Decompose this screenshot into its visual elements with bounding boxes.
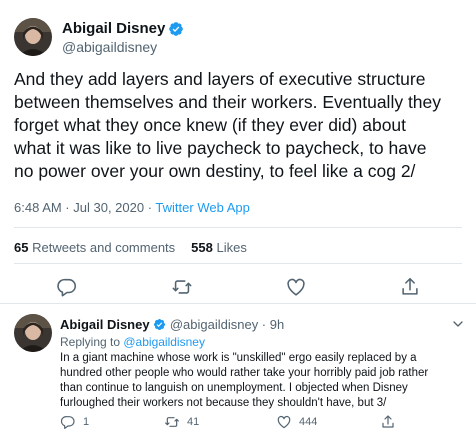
avatar-photo bbox=[14, 18, 52, 56]
verified-badge-icon bbox=[154, 318, 166, 331]
tweet-text-line: no power over your own destiny, to feel … bbox=[14, 161, 416, 181]
reply-header: Abigail Disney @abigaildisney · 9h bbox=[60, 317, 284, 333]
author-handle[interactable]: @abigaildisney bbox=[62, 38, 184, 56]
reply-icon[interactable] bbox=[56, 276, 78, 298]
tweet-text-line: between themselves and their workers. Ev… bbox=[14, 92, 442, 112]
reply-like-button[interactable]: 444 bbox=[276, 414, 317, 430]
tweet-client-link[interactable]: Twitter Web App bbox=[155, 200, 249, 215]
retweet-icon bbox=[165, 417, 179, 427]
reply-text-line: In a giant machine whose work is "unskil… bbox=[60, 352, 417, 364]
tweet-metadata: 6:48 AM · Jul 30, 2020 · Twitter Web App bbox=[14, 200, 250, 216]
like-icon bbox=[277, 415, 291, 429]
tweet-separator bbox=[0, 303, 476, 304]
tweet-text-line: forget what they once knew (if they ever… bbox=[14, 115, 407, 135]
main-tweet: Abigail Disney @abigaildisney And they a… bbox=[0, 0, 476, 305]
chevron-down-icon[interactable] bbox=[450, 316, 466, 332]
meta-separator: · bbox=[144, 200, 156, 215]
reply-retweet-button[interactable]: 41 bbox=[164, 414, 199, 430]
likes-count: 558 bbox=[191, 240, 213, 255]
reply-text-line: than continue to languish on unemploymen… bbox=[60, 382, 408, 394]
reply-share-button[interactable] bbox=[380, 414, 403, 430]
retweets-stat[interactable]: 65 Retweets and comments bbox=[14, 240, 175, 255]
author-name[interactable]: Abigail Disney bbox=[62, 20, 165, 38]
like-count: 444 bbox=[299, 416, 318, 428]
retweet-icon[interactable] bbox=[171, 276, 193, 298]
likes-stat[interactable]: 558 Likes bbox=[191, 240, 247, 255]
avatar-photo bbox=[14, 314, 52, 352]
tweet-stats: 65 Retweets and comments 558 Likes bbox=[14, 240, 247, 256]
reply-text-line: furloughed their workers not because the… bbox=[60, 397, 387, 409]
reply-actions: 1 41 444 bbox=[0, 414, 476, 434]
verified-badge-icon bbox=[169, 22, 184, 36]
likes-label: Likes bbox=[216, 240, 247, 255]
retweets-label: Retweets and comments bbox=[32, 240, 176, 255]
reply-icon bbox=[60, 416, 75, 429]
reply-author-name[interactable]: Abigail Disney bbox=[60, 317, 150, 332]
replying-prefix: Replying to bbox=[60, 335, 124, 349]
retweet-count: 41 bbox=[187, 416, 200, 428]
tweet-text: And they add layers and layers of execut… bbox=[14, 68, 470, 183]
tweet-actions bbox=[0, 274, 476, 300]
replying-to-mention[interactable]: @abigaildisney bbox=[123, 335, 205, 349]
reply-time[interactable]: · 9h bbox=[258, 317, 284, 332]
avatar[interactable] bbox=[14, 18, 52, 56]
reply-author-handle[interactable]: @abigaildisney bbox=[170, 317, 258, 332]
reply-text: In a giant machine whose work is "unskil… bbox=[60, 351, 470, 411]
reply-reply-button[interactable]: 1 bbox=[60, 414, 89, 430]
retweets-count: 65 bbox=[14, 240, 29, 255]
share-icon[interactable] bbox=[399, 276, 421, 298]
tweet-timestamp[interactable]: 6:48 AM · Jul 30, 2020 bbox=[14, 200, 144, 215]
like-icon[interactable] bbox=[285, 276, 307, 298]
replying-to: Replying to @abigaildisney bbox=[60, 335, 205, 350]
tweet-text-line: And they add layers and layers of execut… bbox=[14, 69, 426, 89]
tweet-author[interactable]: Abigail Disney @abigaildisney bbox=[62, 20, 184, 56]
share-icon bbox=[382, 415, 394, 428]
divider bbox=[14, 263, 462, 264]
reply-text-line: hundred other people who would rather ta… bbox=[60, 367, 429, 379]
tweet-text-line: what it was like to live paycheck to pay… bbox=[14, 138, 427, 158]
reply-count: 1 bbox=[83, 416, 90, 428]
reply-avatar[interactable] bbox=[14, 314, 52, 352]
divider bbox=[14, 227, 462, 228]
